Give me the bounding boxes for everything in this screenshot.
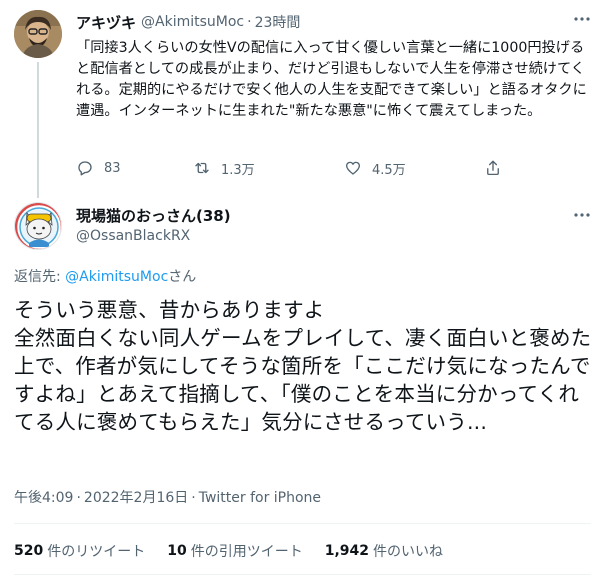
divider xyxy=(14,574,591,575)
meta-separator: · xyxy=(191,490,196,506)
share-action[interactable] xyxy=(484,157,502,179)
retweets-stat-link[interactable]: 520 件のリツイート xyxy=(14,541,145,561)
retweets-value: 520 xyxy=(14,543,44,559)
reply-to-prefix: 返信先: xyxy=(14,269,66,285)
parent-action-bar: 83 1.3万 4.5万 xyxy=(76,157,576,179)
parent-tweet-text: 「同接3人くらいの女性Vの配信に入って甘く優しい言葉と一緒に1000円投げると配… xyxy=(76,40,587,119)
parent-timestamp[interactable]: 23時間 xyxy=(255,12,301,32)
parent-avatar[interactable] xyxy=(14,10,62,58)
parent-tweet[interactable]: アキヅキ @AkimitsuMoc · 23時間 「同接3人くらいの女性Vの配信… xyxy=(0,0,601,198)
like-count: 4.5万 xyxy=(372,162,406,178)
quotes-label: 件の引用ツイート xyxy=(190,544,303,560)
main-handle[interactable]: @OssanBlackRX xyxy=(76,228,190,244)
retweet-action[interactable]: 1.3万 xyxy=(193,157,255,179)
retweet-count: 1.3万 xyxy=(221,162,255,178)
main-avatar[interactable] xyxy=(14,202,62,250)
quotes-stat-link[interactable]: 10 件の引用ツイート xyxy=(167,541,302,561)
parent-handle[interactable]: @AkimitsuMoc xyxy=(141,14,244,30)
parent-separator: · xyxy=(247,14,252,30)
likes-label: 件のいいね xyxy=(373,544,444,560)
more-icon[interactable] xyxy=(573,206,591,224)
thread-line xyxy=(37,62,39,198)
retweet-icon xyxy=(195,162,209,174)
tweet-time-link[interactable]: 午後4:09 xyxy=(14,490,73,506)
parent-display-name[interactable]: アキヅキ xyxy=(76,12,136,33)
quotes-value: 10 xyxy=(167,543,187,559)
tweet-date-link[interactable]: 2022年2月16日 xyxy=(84,490,188,506)
main-display-name[interactable]: 現場猫のおっさん(38) xyxy=(76,205,231,226)
reply-to-mention-link[interactable]: @AkimitsuMoc xyxy=(65,269,168,285)
like-action[interactable]: 4.5万 xyxy=(344,157,406,179)
share-icon xyxy=(487,160,499,176)
likes-value: 1,942 xyxy=(324,543,370,559)
reply-count: 83 xyxy=(104,160,121,176)
main-tweet-text: そういう悪意、昔からありますよ 全然面白くない同人ゲームをプレイして、凄く面白い… xyxy=(14,298,592,434)
reply-to-suffix: さん xyxy=(168,269,197,285)
reply-icon xyxy=(78,161,92,176)
meta-separator: · xyxy=(76,490,81,506)
tweet-source-link[interactable]: Twitter for iPhone xyxy=(199,490,321,506)
likes-stat-link[interactable]: 1,942 件のいいね xyxy=(325,541,443,561)
parent-header: アキヅキ @AkimitsuMoc · 23時間 xyxy=(76,12,300,32)
divider xyxy=(14,523,591,524)
more-icon[interactable] xyxy=(573,10,591,28)
tweet-meta: 午後4:09 · 2022年2月16日 · Twitter for iPhone xyxy=(14,487,321,507)
reply-action[interactable]: 83 xyxy=(76,157,121,179)
tweet-stats: 520 件のリツイート 10 件の引用ツイート 1,942 件のいいね xyxy=(14,541,465,561)
reply-to-line: 返信先: @AkimitsuMocさん xyxy=(14,266,196,286)
retweets-label: 件のリツイート xyxy=(47,544,146,560)
like-icon xyxy=(345,161,361,175)
